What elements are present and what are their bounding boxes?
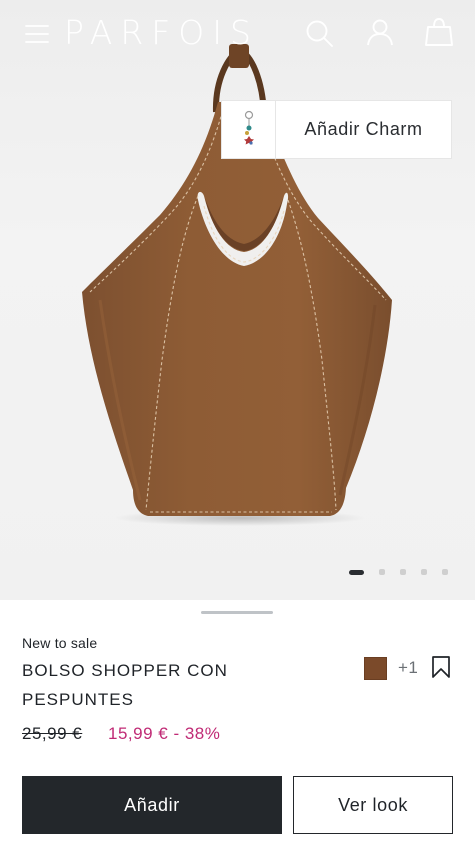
view-look-button[interactable]: Ver look xyxy=(293,776,453,834)
add-to-cart-button[interactable]: Añadir xyxy=(22,776,282,834)
carousel-dot-2[interactable] xyxy=(379,569,385,575)
menu-icon[interactable] xyxy=(24,22,50,46)
color-swatch[interactable] xyxy=(364,657,387,680)
shopping-bag-icon[interactable] xyxy=(424,17,454,47)
more-colors-count[interactable]: +1 xyxy=(398,658,418,678)
product-image xyxy=(82,44,392,526)
search-icon[interactable] xyxy=(304,18,334,48)
carousel-dot-3[interactable] xyxy=(400,569,406,575)
carousel-dot-4[interactable] xyxy=(421,569,427,575)
product-badge: New to sale xyxy=(22,635,98,651)
carousel-dot-1[interactable] xyxy=(349,569,364,575)
top-header: PARFOIS xyxy=(0,0,475,70)
carousel-indicators[interactable] xyxy=(349,568,448,576)
sale-price: 15,99 € - 38% xyxy=(108,724,221,743)
account-icon[interactable] xyxy=(365,17,395,47)
carousel-dot-5[interactable] xyxy=(442,569,448,575)
brand-logo[interactable]: PARFOIS xyxy=(64,13,274,53)
product-image-gallery[interactable] xyxy=(0,0,475,600)
charm-keychain-icon xyxy=(243,110,254,145)
bookmark-icon[interactable] xyxy=(430,655,452,679)
add-charm-button[interactable]: Añadir Charm xyxy=(221,100,452,159)
sheet-drag-handle[interactable] xyxy=(201,611,273,614)
charm-thumbnail xyxy=(222,101,276,158)
add-charm-label: Añadir Charm xyxy=(304,119,423,139)
product-title: BOLSO SHOPPER CON PESPUNTES xyxy=(22,661,228,709)
original-price: 25,99 € xyxy=(22,724,83,743)
